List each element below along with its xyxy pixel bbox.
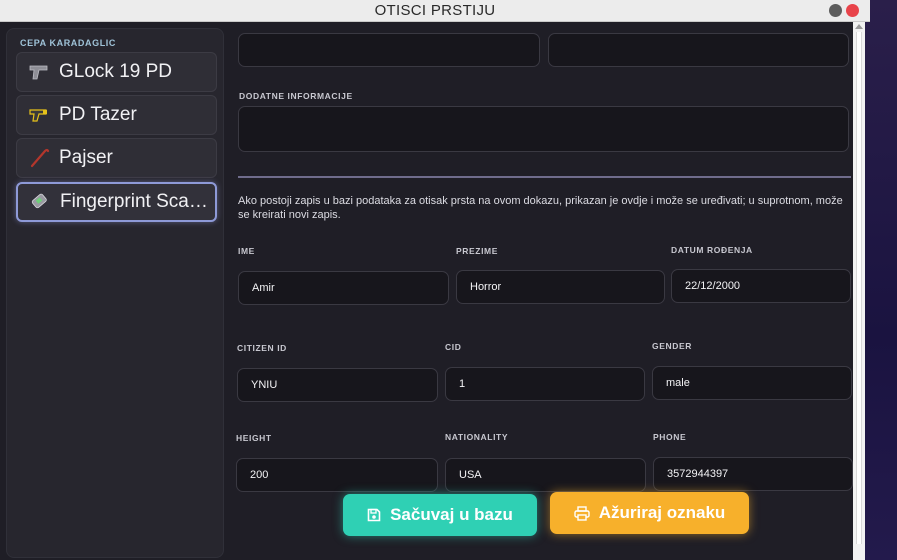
dodatne-informacije-field[interactable] bbox=[238, 106, 849, 152]
sidebar-item-taser[interactable]: PD Tazer bbox=[16, 95, 217, 135]
info-text: Ako postoji zapis u bazi podataka za oti… bbox=[238, 195, 843, 221]
fingerprint-scanner-icon bbox=[28, 191, 52, 213]
height-label: HEIGHT bbox=[236, 433, 272, 443]
ime-label: IME bbox=[238, 246, 255, 256]
scroll-up-arrow-icon[interactable] bbox=[855, 24, 863, 29]
save-button-label: Sačuvaj u bazu bbox=[390, 505, 513, 524]
ime-input[interactable]: Amir bbox=[238, 271, 449, 305]
nationality-input[interactable]: USA bbox=[445, 458, 646, 492]
datum-rodenja-input[interactable]: 22/12/2000 bbox=[671, 269, 851, 303]
gender-input[interactable]: male bbox=[652, 366, 852, 400]
scrollbar-thumb[interactable] bbox=[856, 32, 862, 544]
title-bar: OTISCI PRSTIJU bbox=[0, 0, 870, 22]
gender-label: GENDER bbox=[652, 341, 692, 351]
sidebar-title: CEPA KARADAGLIC bbox=[20, 38, 116, 48]
top-field-2[interactable] bbox=[548, 33, 849, 67]
cid-input[interactable]: 1 bbox=[445, 367, 645, 401]
section-divider bbox=[238, 176, 851, 178]
sidebar-item-pajser[interactable]: Pajser bbox=[16, 138, 217, 178]
update-button-label: Ažuriraj oznaku bbox=[598, 503, 726, 522]
update-tag-button[interactable]: Ažuriraj oznaku bbox=[550, 492, 749, 534]
nationality-label: NATIONALITY bbox=[445, 432, 509, 442]
prezime-input[interactable]: Horror bbox=[456, 270, 665, 304]
close-button[interactable] bbox=[846, 4, 859, 17]
height-input[interactable]: 200 bbox=[236, 458, 438, 492]
sidebar-item-glock[interactable]: GLock 19 PD bbox=[16, 52, 217, 92]
pistol-icon bbox=[27, 61, 51, 83]
sidebar-item-label: GLock 19 PD bbox=[59, 61, 172, 82]
sidebar-item-fingerprint-scanner[interactable]: Fingerprint Sca… bbox=[16, 182, 217, 222]
minimize-button[interactable] bbox=[829, 4, 842, 17]
citizen-id-input[interactable]: YNIU bbox=[237, 368, 438, 402]
sidebar-item-label: Fingerprint Sca… bbox=[60, 191, 208, 212]
crowbar-icon bbox=[27, 147, 51, 169]
sidebar-item-label: PD Tazer bbox=[59, 104, 137, 125]
phone-input[interactable]: 3572944397 bbox=[653, 457, 853, 491]
top-field-1[interactable] bbox=[238, 33, 540, 67]
citizen-id-label: CITIZEN ID bbox=[237, 343, 287, 353]
taser-icon bbox=[27, 104, 51, 126]
evidence-sidebar: CEPA KARADAGLIC GLock 19 PD PD Tazer Paj… bbox=[6, 28, 224, 558]
sidebar-item-label: Pajser bbox=[59, 147, 113, 168]
printer-icon bbox=[574, 505, 590, 521]
datum-rodenja-label: DATUM ROĐENJA bbox=[671, 245, 753, 255]
cid-label: CID bbox=[445, 342, 462, 352]
window-title: OTISCI PRSTIJU bbox=[374, 2, 496, 19]
prezime-label: PREZIME bbox=[456, 246, 498, 256]
phone-label: PHONE bbox=[653, 432, 687, 442]
desktop-background bbox=[865, 0, 897, 560]
dodatne-informacije-label: DODATNE INFORMACIJE bbox=[239, 91, 353, 101]
floppy-disk-icon bbox=[367, 508, 381, 522]
save-to-database-button[interactable]: Sačuvaj u bazu bbox=[343, 494, 537, 536]
